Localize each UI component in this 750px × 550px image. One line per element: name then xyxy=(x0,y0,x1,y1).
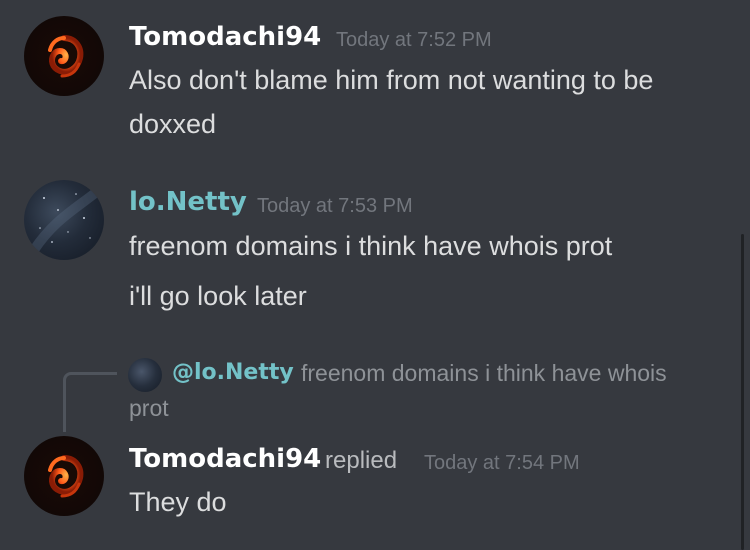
fire-swirl-avatar-icon xyxy=(48,455,84,498)
reply-mention[interactable]: @lo.Netty xyxy=(172,360,294,385)
message-timestamp: Today at 7:54 PM xyxy=(424,452,580,474)
scrollbar[interactable] xyxy=(741,234,744,550)
reply-avatar xyxy=(128,358,162,392)
message-text-line: freenom domains i think have whois prot xyxy=(129,231,613,261)
fire-swirl-avatar-icon xyxy=(48,35,84,78)
message-text-line: doxxed xyxy=(129,109,217,139)
username[interactable]: Tomodachi94 xyxy=(129,444,321,474)
avatar[interactable] xyxy=(24,16,104,96)
username[interactable]: Tomodachi94 xyxy=(129,22,321,52)
message-text-line: Also don't blame him from not wanting to… xyxy=(129,65,654,95)
avatar[interactable] xyxy=(24,436,104,516)
username[interactable]: lo.Netty xyxy=(129,187,247,217)
avatar[interactable] xyxy=(24,180,104,260)
reply-preview-text[interactable]: freenom domains i think have whois xyxy=(301,360,667,387)
reply-connector-line xyxy=(63,372,117,432)
message-timestamp: Today at 7:52 PM xyxy=(336,29,492,51)
message-text-line: i'll go look later xyxy=(129,281,307,311)
replied-label: replied xyxy=(325,447,398,474)
message-timestamp: Today at 7:53 PM xyxy=(257,195,413,217)
reply-preview-text[interactable]: prot xyxy=(129,395,169,422)
starry-sky-avatar-icon xyxy=(29,186,103,253)
message-text-line: They do xyxy=(129,487,227,517)
